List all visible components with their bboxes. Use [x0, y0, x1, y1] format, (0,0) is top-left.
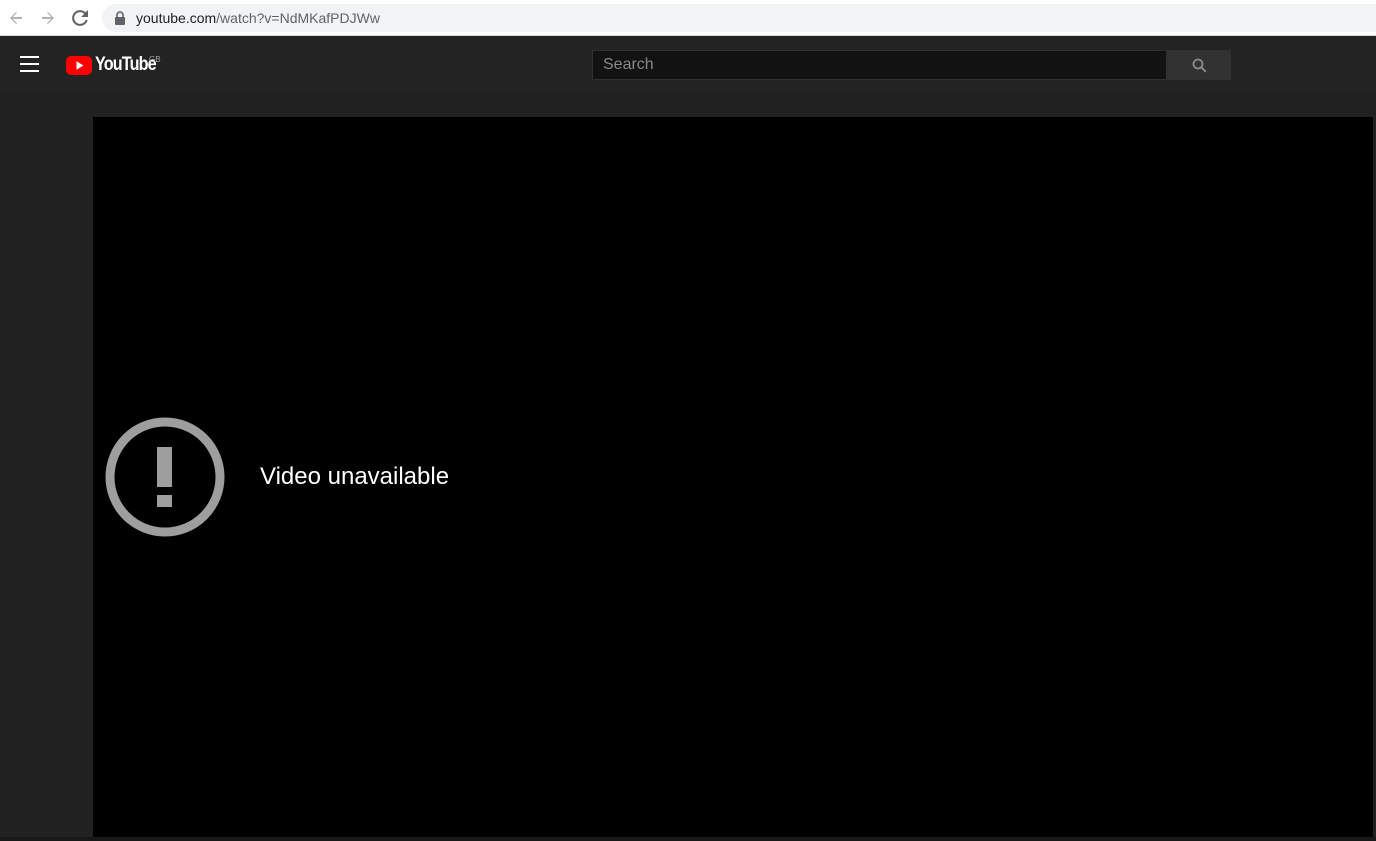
page-bottom-edge: [0, 837, 1376, 841]
search-input[interactable]: [592, 50, 1167, 80]
masthead: YouTube GB: [0, 36, 1376, 93]
forward-button[interactable]: [38, 8, 58, 28]
region-code: GB: [149, 55, 161, 64]
video-player[interactable]: Video unavailable: [93, 117, 1373, 837]
reload-button[interactable]: [70, 8, 90, 28]
logo-text: YouTube: [95, 54, 157, 75]
url-host: youtube.com: [136, 10, 217, 26]
forward-arrow-icon: [42, 12, 54, 24]
menu-icon: [20, 56, 39, 72]
guide-menu-button[interactable]: [20, 56, 39, 72]
youtube-play-icon: [66, 55, 92, 75]
url-text: youtube.com/watch?v=NdMKafPDJWw: [136, 10, 380, 26]
search-icon: [1192, 58, 1207, 73]
url-path: /watch?v=NdMKafPDJWw: [216, 10, 380, 26]
address-bar[interactable]: youtube.com/watch?v=NdMKafPDJWw: [102, 4, 1376, 32]
browser-toolbar: youtube.com/watch?v=NdMKafPDJWw: [0, 0, 1376, 36]
search-button[interactable]: [1167, 50, 1231, 80]
reload-icon: [72, 10, 88, 26]
lock-icon: [115, 11, 125, 25]
back-arrow-icon: [10, 12, 22, 24]
back-button[interactable]: [6, 8, 26, 28]
error-message: Video unavailable: [260, 463, 450, 490]
exclamation-circle-icon: [105, 417, 225, 537]
